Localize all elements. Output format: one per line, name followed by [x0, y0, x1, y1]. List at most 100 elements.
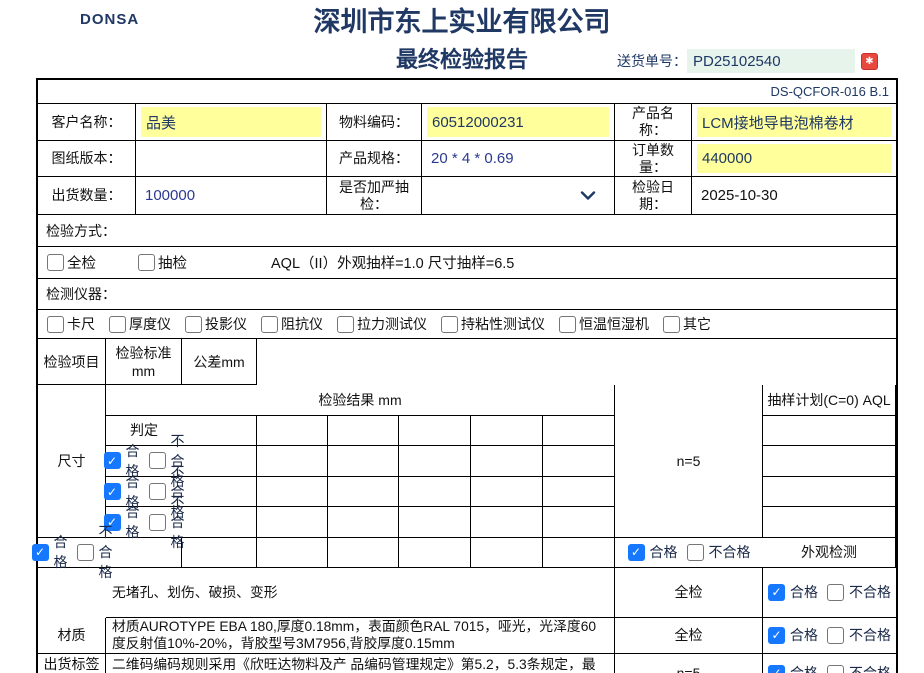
- result-cell[interactable]: [399, 538, 471, 568]
- standard-cell[interactable]: [182, 507, 257, 538]
- caliper-checkbox[interactable]: [47, 316, 64, 333]
- result-cell[interactable]: [763, 446, 896, 477]
- result-cell[interactable]: [328, 538, 399, 568]
- appearance-item-label: 外观检测: [763, 538, 896, 568]
- strict-sampling-dropdown[interactable]: [422, 177, 615, 215]
- result-cell[interactable]: [543, 416, 615, 447]
- shipping-label-criteria: 二维码编码规则采用《欣旺达物料及产 品编码管理规定》第5.2，5.3条规定，最小…: [106, 654, 615, 673]
- other-instrument-label: 其它: [683, 314, 711, 334]
- pass-label: 合格: [650, 542, 678, 562]
- standard-cell[interactable]: [182, 446, 257, 477]
- fail-label: 不合格: [849, 625, 891, 645]
- result-cell[interactable]: [471, 416, 543, 447]
- pass-checkbox-checked[interactable]: ✓: [104, 483, 121, 500]
- fail-checkbox[interactable]: [77, 544, 94, 561]
- order-qty-field[interactable]: 440000: [692, 141, 896, 177]
- result-cell[interactable]: [399, 416, 471, 447]
- pass-checkbox-checked[interactable]: ✓: [768, 627, 785, 644]
- customer-name-field[interactable]: 品美: [136, 104, 327, 141]
- pass-checkbox-checked[interactable]: ✓: [628, 544, 645, 561]
- result-cell[interactable]: [471, 446, 543, 477]
- result-cell[interactable]: [328, 477, 399, 508]
- result-cell[interactable]: [328, 446, 399, 477]
- judgement-cell: ✓合格 不合格: [763, 568, 896, 618]
- result-cell[interactable]: [763, 477, 896, 508]
- drawing-version-value[interactable]: [136, 141, 327, 177]
- material-code-field[interactable]: 60512000231: [422, 104, 615, 141]
- tolerance-cell[interactable]: [257, 507, 328, 538]
- material-code-value[interactable]: 60512000231: [427, 107, 609, 137]
- fail-checkbox[interactable]: [687, 544, 704, 561]
- pass-checkbox-checked[interactable]: ✓: [768, 665, 785, 673]
- judgement-cell: ✓合格 不合格: [763, 618, 896, 654]
- order-qty-value[interactable]: 440000: [697, 144, 891, 173]
- delivery-number-input[interactable]: PD25102540: [687, 49, 855, 73]
- full-inspection-checkbox[interactable]: [47, 254, 64, 271]
- judgement-cell: ✓合格 不合格: [106, 507, 182, 538]
- fail-checkbox[interactable]: [149, 514, 166, 531]
- result-cell[interactable]: [763, 507, 896, 538]
- result-cell[interactable]: [543, 477, 615, 508]
- result-cell[interactable]: [399, 446, 471, 477]
- ship-qty-value[interactable]: 100000: [136, 177, 327, 215]
- product-name-value[interactable]: LCM接地导电泡棉卷材: [697, 107, 891, 137]
- result-cell[interactable]: [543, 538, 615, 568]
- result-cell[interactable]: [399, 507, 471, 538]
- result-cell[interactable]: [763, 416, 896, 447]
- aql-note: AQL（II）外观抽样=1.0 尺寸抽样=6.5: [271, 252, 514, 273]
- standard-cell[interactable]: [182, 416, 257, 447]
- shipping-label-sampling: n=5: [615, 654, 763, 673]
- col-header-tolerance: 公差mm: [182, 339, 257, 385]
- fail-checkbox[interactable]: [149, 483, 166, 500]
- result-cell[interactable]: [543, 507, 615, 538]
- order-qty-label: 订单数量：: [615, 141, 692, 177]
- fail-checkbox[interactable]: [827, 665, 844, 673]
- pass-label: 合格: [54, 532, 68, 572]
- col-header-result: 检验结果 mm: [106, 385, 615, 416]
- col-header-standard: 检验标准 mm: [106, 339, 182, 385]
- strict-sampling-label: 是否加严抽检：: [327, 177, 422, 215]
- tensile-tester-checkbox[interactable]: [337, 316, 354, 333]
- fail-checkbox[interactable]: [827, 584, 844, 601]
- fail-label: 不合格: [849, 582, 891, 602]
- thickness-gauge-checkbox[interactable]: [109, 316, 126, 333]
- customer-name-value[interactable]: 品美: [141, 107, 321, 137]
- product-spec-value[interactable]: 20 * 4 * 0.69: [422, 141, 615, 177]
- product-spec-label: 产品规格：: [327, 141, 422, 177]
- ship-qty-label: 出货数量：: [38, 177, 136, 215]
- other-instrument-checkbox[interactable]: [663, 316, 680, 333]
- tolerance-cell[interactable]: [182, 538, 257, 568]
- result-cell[interactable]: [471, 477, 543, 508]
- pass-checkbox-checked[interactable]: ✓: [104, 452, 121, 469]
- instruments-title: 检测仪器：: [38, 279, 896, 310]
- result-cell[interactable]: [543, 446, 615, 477]
- projector-checkbox[interactable]: [185, 316, 202, 333]
- tolerance-cell[interactable]: [257, 416, 328, 447]
- tolerance-cell[interactable]: [257, 446, 328, 477]
- result-cell[interactable]: [399, 477, 471, 508]
- tolerance-cell[interactable]: [257, 477, 328, 508]
- sample-inspection-checkbox[interactable]: [138, 254, 155, 271]
- pass-checkbox-checked[interactable]: ✓: [32, 544, 49, 561]
- result-cell[interactable]: [257, 538, 328, 568]
- fail-checkbox[interactable]: [149, 452, 166, 469]
- pass-checkbox-checked[interactable]: ✓: [768, 584, 785, 601]
- standard-cell[interactable]: [182, 477, 257, 508]
- result-cell[interactable]: [328, 507, 399, 538]
- material-code-label: 物料编码：: [327, 104, 422, 141]
- instruments-options: 卡尺 厚度仪 投影仪 阻抗仪 拉力测试仪 持粘性测试仪 恒温恒湿机 其它: [38, 310, 896, 339]
- product-name-field[interactable]: LCM接地导电泡棉卷材: [692, 104, 896, 141]
- result-cell[interactable]: [471, 507, 543, 538]
- delete-icon[interactable]: ✱: [861, 53, 878, 70]
- impedance-meter-checkbox[interactable]: [261, 316, 278, 333]
- climate-chamber-checkbox[interactable]: [559, 316, 576, 333]
- impedance-meter-label: 阻抗仪: [281, 314, 323, 334]
- inspection-date-value[interactable]: 2025-10-30: [692, 177, 896, 215]
- result-cell[interactable]: [471, 538, 543, 568]
- chevron-down-icon: [580, 191, 596, 200]
- standard-cell[interactable]: [106, 538, 182, 568]
- adhesion-tester-checkbox[interactable]: [441, 316, 458, 333]
- result-cell[interactable]: [328, 416, 399, 447]
- sample-inspection-label: 抽检: [158, 252, 187, 273]
- fail-checkbox[interactable]: [827, 627, 844, 644]
